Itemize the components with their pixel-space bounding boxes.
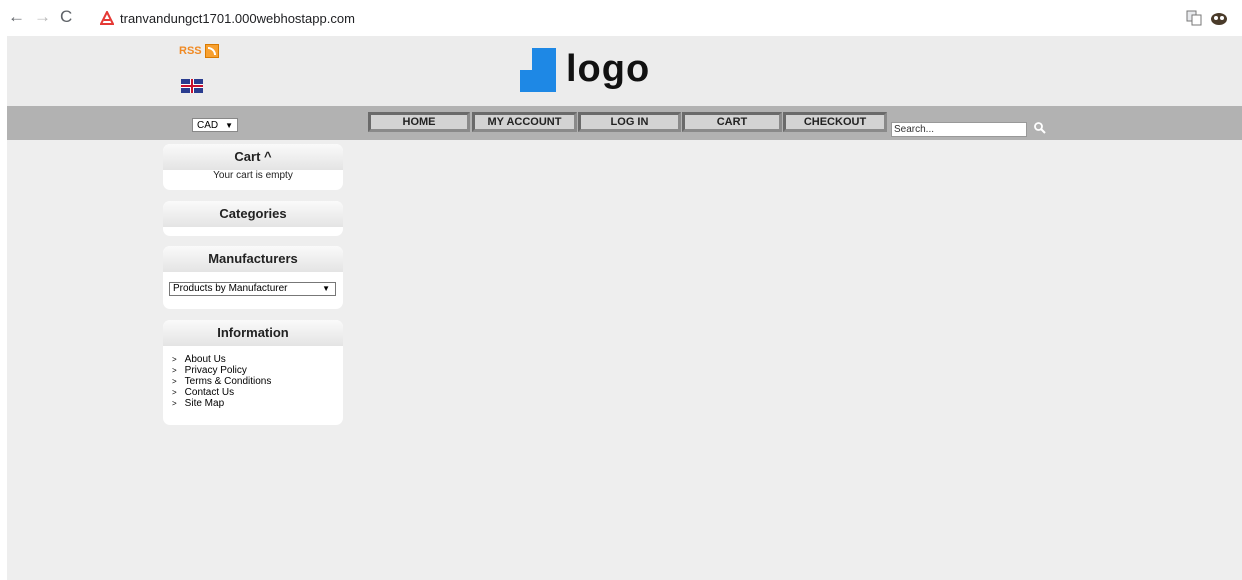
extension-icon[interactable] xyxy=(1210,9,1228,27)
main-navbar: CAD ▼ HOME MY ACCOUNT LOG IN CART CHECKO… xyxy=(7,106,1242,140)
information-box-title: Information xyxy=(163,320,343,346)
info-link-privacy-policy[interactable]: Privacy Policy xyxy=(172,365,343,376)
nav-home-label: HOME xyxy=(402,116,436,128)
rss-label: RSS xyxy=(179,45,202,57)
categories-box: Categories xyxy=(163,201,343,236)
url-text: tranvandungct1701.000webhostapp.com xyxy=(120,10,355,26)
reload-icon[interactable]: C xyxy=(60,7,72,27)
browser-toolbar: ← → C tranvandungct1701.000webhostapp.co… xyxy=(0,0,1242,36)
nav-checkout-label: CHECKOUT xyxy=(803,116,867,128)
nav-home-button[interactable]: HOME xyxy=(368,112,470,132)
search-icon[interactable] xyxy=(1033,121,1047,135)
uk-flag-icon[interactable] xyxy=(181,79,203,93)
forward-icon[interactable]: → xyxy=(34,7,51,27)
manufacturer-select[interactable]: Products by Manufacturer ▼ xyxy=(169,282,336,296)
manufacturers-box: Manufacturers Products by Manufacturer ▼ xyxy=(163,246,343,309)
cart-box-title[interactable]: Cart ^ xyxy=(163,144,343,170)
logo-text: logo xyxy=(566,48,651,90)
categories-box-title: Categories xyxy=(163,201,343,227)
nav-checkout-button[interactable]: CHECKOUT xyxy=(783,112,887,132)
manufacturers-box-title: Manufacturers xyxy=(163,246,343,272)
nav-log-in-label: LOG IN xyxy=(610,116,649,128)
nav-log-in-button[interactable]: LOG IN xyxy=(578,112,681,132)
translate-icon[interactable] xyxy=(1186,10,1202,26)
information-box: Information About Us Privacy Policy Term… xyxy=(163,320,343,425)
nav-my-account-label: MY ACCOUNT xyxy=(487,116,562,128)
manufacturer-select-value: Products by Manufacturer xyxy=(173,283,288,294)
info-link-about-us[interactable]: About Us xyxy=(172,354,343,365)
currency-select[interactable]: CAD ▼ xyxy=(192,118,238,132)
information-links: About Us Privacy Policy Terms & Conditio… xyxy=(163,346,343,409)
site-logo[interactable]: logo xyxy=(520,46,690,96)
info-link-site-map[interactable]: Site Map xyxy=(172,398,343,409)
nav-cart-label: CART xyxy=(716,116,748,128)
cart-empty-message: Your cart is empty xyxy=(213,170,293,181)
nav-my-account-button[interactable]: MY ACCOUNT xyxy=(472,112,577,132)
cart-box: Cart ^ Your cart is empty xyxy=(163,144,343,190)
chevron-down-icon: ▼ xyxy=(225,121,233,130)
search-input[interactable] xyxy=(891,122,1027,137)
nav-cart-button[interactable]: CART xyxy=(682,112,782,132)
info-link-terms-conditions[interactable]: Terms & Conditions xyxy=(172,376,343,387)
currency-value: CAD xyxy=(197,120,219,131)
logo-mark-icon xyxy=(520,70,556,92)
site-header: RSS logo xyxy=(7,36,1242,106)
rss-link[interactable]: RSS xyxy=(179,44,219,58)
address-bar[interactable]: tranvandungct1701.000webhostapp.com xyxy=(100,6,1236,30)
rss-icon xyxy=(204,44,219,58)
chevron-down-icon: ▼ xyxy=(322,284,330,293)
info-link-contact-us[interactable]: Contact Us xyxy=(172,387,343,398)
back-icon[interactable]: ← xyxy=(8,7,25,27)
site-favicon-icon xyxy=(100,11,114,25)
page-content: RSS logo CAD ▼ HOME MY ACCOUNT LOG IN CA… xyxy=(7,36,1242,580)
